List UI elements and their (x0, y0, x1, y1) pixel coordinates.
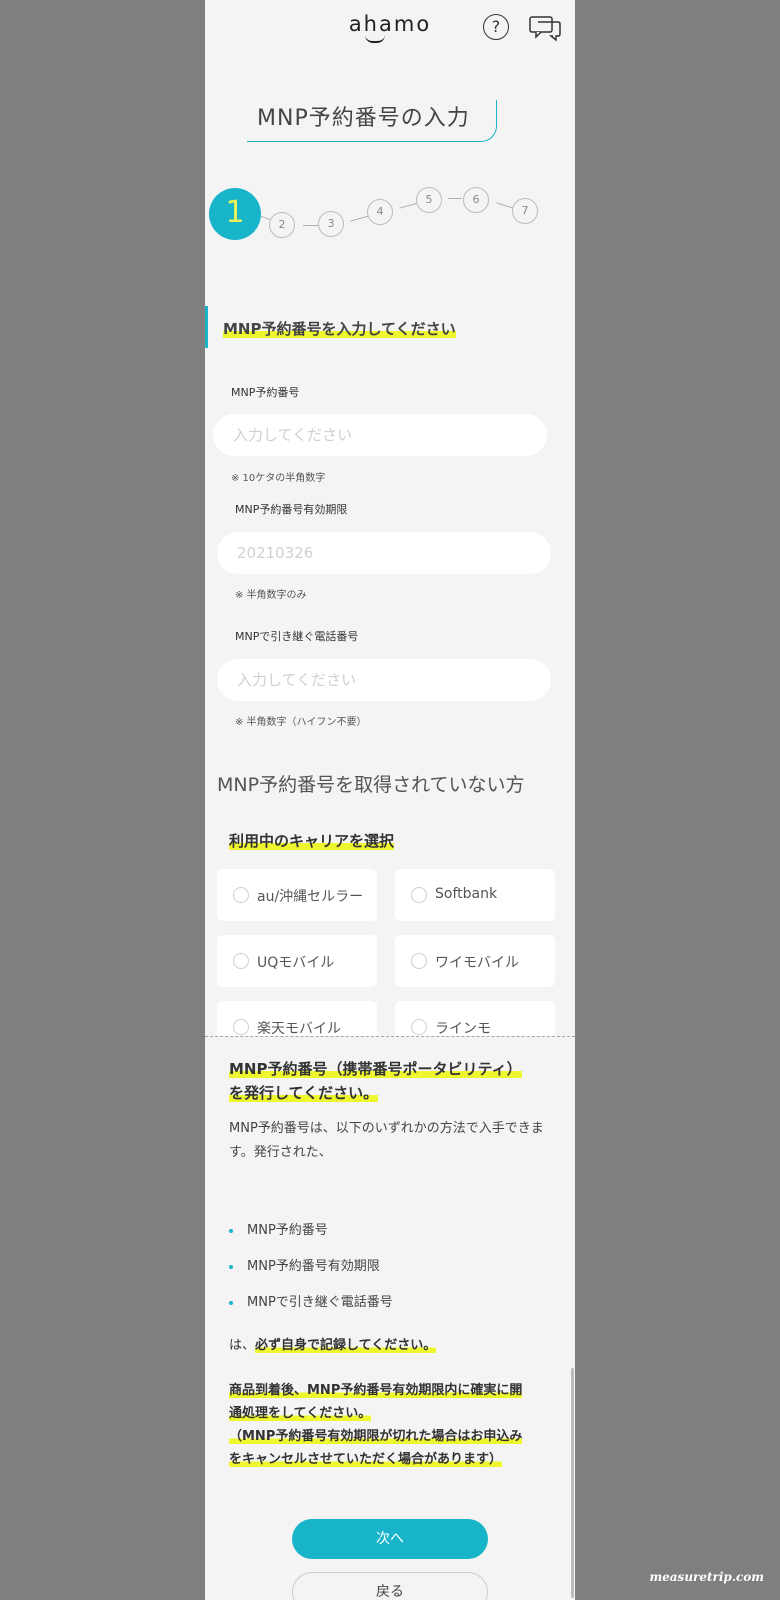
section-title: MNP予約番号を入力してください (223, 320, 456, 338)
list-item: MNP予約番号 (229, 1219, 328, 1238)
step-item: 4 (367, 199, 393, 225)
info-bottom-sheet: MNP予約番号（携帯番号ポータビリティ） を発行してください。 MNP予約番号は… (205, 1036, 575, 1600)
radio-icon[interactable] (233, 1019, 249, 1035)
carrier-label: au/沖縄セルラー (257, 889, 364, 905)
list-item: MNP予約番号有効期限 (229, 1255, 380, 1274)
back-button[interactable]: 戻る (292, 1572, 488, 1600)
carrier-option-au[interactable]: au/沖縄セルラー (217, 869, 377, 921)
carrier-option-uq[interactable]: UQモバイル (217, 935, 377, 987)
radio-icon[interactable] (411, 887, 427, 903)
no-number-heading: MNP予約番号を取得されていない方 (217, 774, 525, 796)
carrier-label: ワイモバイル (435, 955, 519, 971)
step-item: 7 (512, 198, 538, 224)
step-item: 3 (318, 211, 344, 237)
record-note: は、必ず自身で記録してください。 (229, 1338, 437, 1353)
chat-bubbles-icon[interactable] (529, 14, 561, 42)
section-accent-bar (205, 306, 208, 348)
step-current: 1 (209, 188, 261, 240)
carrier-title: 利用中のキャリアを選択 (229, 832, 395, 850)
phone-input[interactable] (217, 659, 551, 701)
carrier-label: 楽天モバイル (257, 1021, 341, 1037)
expiry-input[interactable] (217, 532, 551, 574)
sheet-heading: MNP予約番号（携帯番号ポータビリティ） を発行してください。 (229, 1060, 522, 1102)
step-item: 2 (269, 212, 295, 238)
question-circle-icon[interactable]: ? (483, 14, 509, 40)
carrier-label: UQモバイル (257, 955, 335, 971)
phone-note: ※ 半角数字（ハイフン不要） (235, 717, 367, 728)
carrier-label: Softbank (435, 886, 498, 902)
progress-steps: 1 2 3 4 5 6 7 (205, 180, 575, 250)
list-item: MNPで引き継ぐ電話番号 (229, 1291, 393, 1310)
expiry-label: MNP予約番号有効期限 (235, 503, 348, 516)
carrier-option-softbank[interactable]: Softbank (395, 869, 555, 921)
page-title: MNP予約番号の入力 (247, 100, 497, 142)
radio-icon[interactable] (411, 1019, 427, 1035)
step-item: 5 (416, 187, 442, 213)
carrier-label: ラインモ (435, 1021, 491, 1037)
radio-icon[interactable] (233, 887, 249, 903)
radio-icon[interactable] (233, 953, 249, 969)
radio-icon[interactable] (411, 953, 427, 969)
activation-note: 商品到着後、MNP予約番号有効期限内に確実に開 通処理をしてください。 （MNP… (229, 1383, 523, 1467)
watermark-text: measuretrip.com (649, 1570, 764, 1584)
phone-screen: ahamo ? MNP予約番号の入力 1 2 3 4 5 6 7 MNP予約番号… (205, 0, 575, 1600)
scrollbar[interactable] (571, 1368, 574, 1598)
mnp-number-input[interactable] (213, 414, 547, 456)
phone-label: MNPで引き継ぐ電話番号 (235, 630, 359, 643)
ahamo-logo[interactable]: ahamo (205, 12, 575, 36)
mnp-number-label: MNP予約番号 (231, 386, 300, 399)
expiry-note: ※ 半角数字のみ (235, 590, 307, 601)
carrier-option-ymobile[interactable]: ワイモバイル (395, 935, 555, 987)
logo-smile-mark (365, 35, 385, 43)
mnp-number-note: ※ 10ケタの半角数字 (231, 473, 326, 484)
sheet-paragraph: MNP予約番号は、以下のいずれかの方法で入手できます。発行された、 (229, 1121, 544, 1160)
next-button[interactable]: 次へ (292, 1519, 488, 1559)
step-item: 6 (463, 187, 489, 213)
app-header: ahamo ? (205, 0, 575, 52)
